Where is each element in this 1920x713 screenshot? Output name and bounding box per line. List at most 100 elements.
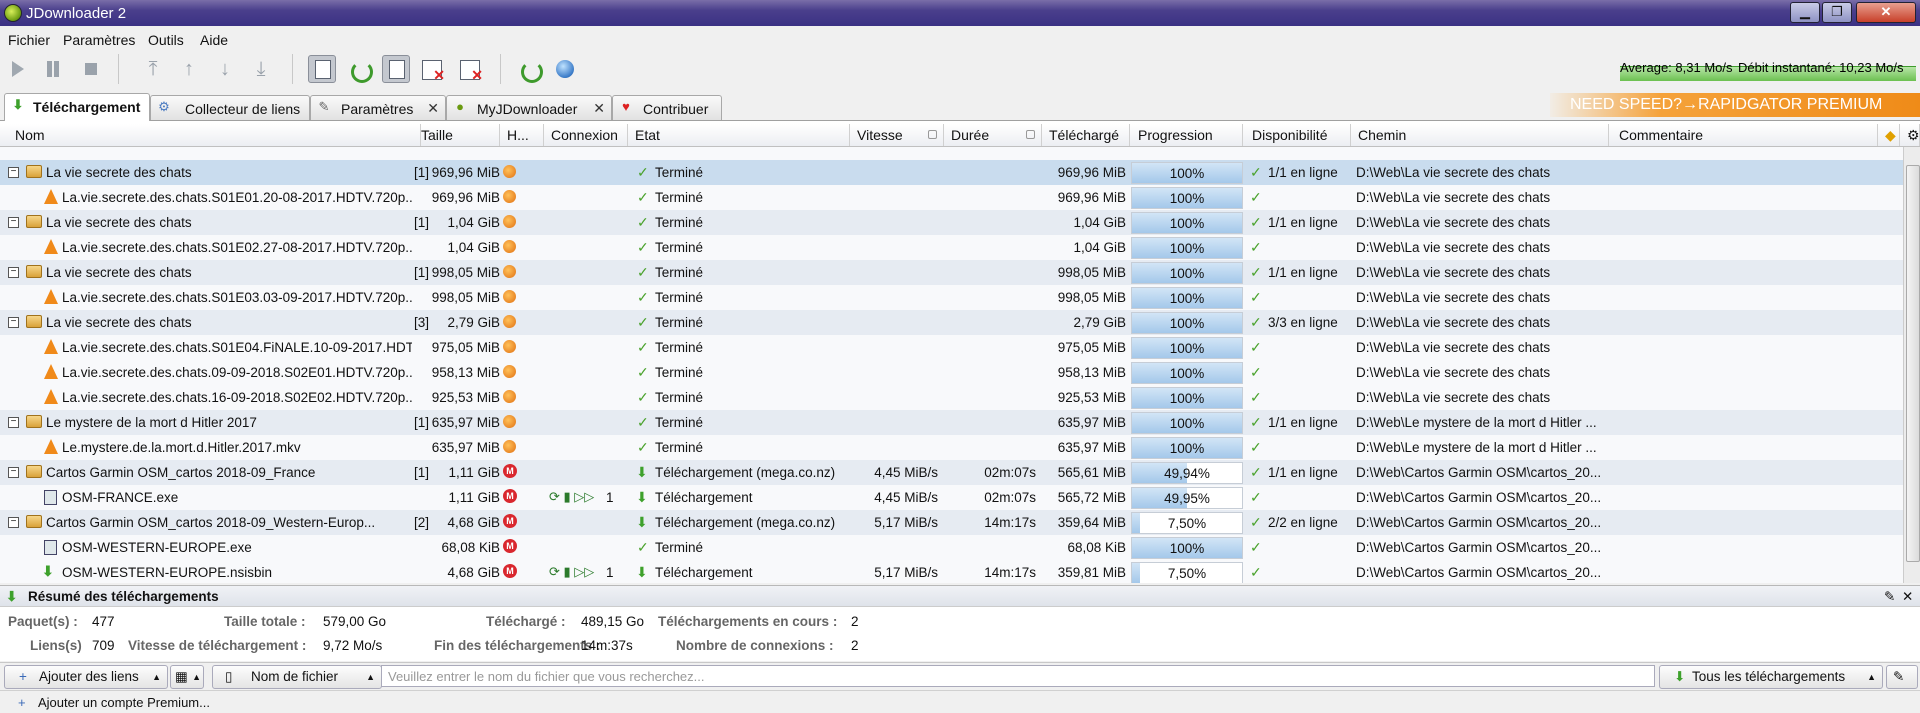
row-state: Terminé	[655, 340, 704, 355]
link-row[interactable]: La.vie.secrete.des.chats.S01E04.FiNALE.1…	[0, 335, 1903, 361]
collapse-toggle[interactable]: −	[8, 517, 19, 528]
column-vitesse[interactable]: Vitesse	[850, 124, 944, 146]
column-hoster[interactable]: H...	[500, 124, 544, 146]
package-row[interactable]: − Cartos Garmin OSM_cartos 2018-09_Wester…	[0, 510, 1903, 536]
vlc-icon	[44, 439, 58, 454]
auto-reconnect-toggle[interactable]	[346, 56, 373, 83]
column-duree[interactable]: Durée	[944, 124, 1042, 146]
column-etat[interactable]: Etat	[628, 124, 850, 146]
row-name: La vie secrete des chats	[46, 165, 192, 180]
summary-title: Résumé des téléchargements	[28, 589, 219, 604]
link-row[interactable]: Le.mystere.de.la.mort.d.Hitler.2017.mkv 6…	[0, 435, 1903, 461]
progress-bar: 100%	[1131, 412, 1243, 434]
arrow-up-icon: ↑	[184, 58, 194, 80]
close-window-button[interactable]: ✕	[1856, 2, 1916, 23]
collapse-toggle[interactable]: −	[8, 317, 19, 328]
update-button[interactable]	[552, 56, 578, 82]
scrollbar-thumb[interactable]	[1906, 165, 1920, 562]
summary-close-icon[interactable]: ✕	[1902, 589, 1913, 605]
move-top-button[interactable]: ⤒	[140, 56, 166, 82]
silent-mode-toggle[interactable]	[382, 55, 410, 83]
tab-contribuer[interactable]: ♥ Contribuer	[612, 95, 722, 120]
row-availability: 3/3 en ligne	[1268, 315, 1338, 330]
collapse-toggle[interactable]: −	[8, 467, 19, 478]
maximize-button[interactable]: ❐	[1822, 2, 1852, 23]
tab-myjdownloader[interactable]: ● MyJDownloader ✕	[446, 95, 612, 120]
move-bottom-icon: ⤓	[256, 58, 266, 80]
link-row[interactable]: OSM-WESTERN-EUROPE.exe 68,08 KiB M ✓ Terminé…	[0, 535, 1903, 561]
column-telecharge[interactable]: Téléchargé	[1042, 124, 1130, 146]
pause-downloads-button[interactable]	[40, 56, 66, 82]
menu-outils[interactable]: Outils	[148, 32, 184, 48]
collapse-toggle[interactable]: −	[8, 167, 19, 178]
link-row[interactable]: La.vie.secrete.des.chats.S01E03.03-09-20…	[0, 285, 1903, 311]
dropdown-arrow-icon: ▲	[1867, 672, 1876, 682]
search-input[interactable]: Veuillez entrer le nom du fichier que vo…	[381, 665, 1655, 687]
column-taille[interactable]: Taille	[414, 124, 500, 146]
close-tab-icon[interactable]: ✕	[593, 100, 605, 117]
link-row[interactable]: ⬇ OSM-WESTERN-EUROPE.nsisbin 4,68 GiB M ⟳ ▮ …	[0, 560, 1903, 583]
row-state: Terminé	[655, 415, 704, 430]
clipboard-icon	[315, 60, 331, 79]
clipboard-observer-toggle[interactable]	[308, 55, 336, 83]
move-up-button[interactable]: ↑	[176, 56, 202, 82]
table-row-partial[interactable]	[0, 147, 1903, 161]
remove-finished-button[interactable]	[418, 56, 445, 84]
search-field-selector[interactable]: ▯ Nom de fichier ▲	[212, 665, 382, 689]
package-row[interactable]: − La vie secrete des chats [1] 969,96 MiB ✓ T…	[0, 160, 1903, 186]
progress-bar: 7,50%	[1131, 512, 1243, 534]
sort-menu-button[interactable]: ▦ ▲	[170, 665, 204, 689]
all-downloads-filter[interactable]: ⬇ Tous les téléchargements ▲	[1659, 665, 1883, 689]
menu-fichier[interactable]: Fichier	[8, 32, 50, 48]
menu-aide[interactable]: Aide	[200, 32, 228, 48]
package-row[interactable]: − Cartos Garmin OSM_cartos 2018-09_France…	[0, 460, 1903, 486]
availability-check-icon: ✓	[1250, 539, 1262, 555]
summary-settings-icon[interactable]: ✎	[1884, 589, 1895, 605]
link-row[interactable]: La.vie.secrete.des.chats.S01E02.27-08-20…	[0, 235, 1903, 261]
column-disponibilite[interactable]: Disponibilité	[1245, 124, 1351, 146]
progress-bar: 100%	[1131, 362, 1243, 384]
row-path: D:\Web\La vie secrete des chats	[1356, 315, 1551, 330]
package-row[interactable]: − La vie secrete des chats [1] 1,04 GiB ✓ Ter…	[0, 210, 1903, 236]
package-row[interactable]: − La vie secrete des chats [1] 998,05 MiB ✓ T…	[0, 260, 1903, 286]
link-row[interactable]: La.vie.secrete.des.chats.S01E01.20-08-20…	[0, 185, 1903, 211]
view-settings-button[interactable]: ✎	[1886, 665, 1918, 689]
link-row[interactable]: La.vie.secrete.des.chats.09-09-2018.S02E…	[0, 360, 1903, 386]
column-chemin[interactable]: Chemin	[1351, 124, 1609, 146]
add-links-button[interactable]: + Ajouter des liens ▲	[4, 665, 168, 689]
tab-parametres[interactable]: ✎ Paramètres ✕	[310, 95, 446, 120]
progress-text: 100%	[1169, 316, 1205, 331]
column-connexion[interactable]: Connexion	[544, 124, 628, 146]
minimize-button[interactable]: ▁	[1790, 2, 1820, 23]
package-row[interactable]: − Le mystere de la mort d Hitler 2017 [1] 6…	[0, 410, 1903, 436]
close-tab-icon[interactable]: ✕	[427, 100, 439, 117]
collapse-toggle[interactable]: −	[8, 417, 19, 428]
column-progression[interactable]: Progression	[1131, 124, 1243, 146]
move-bottom-button[interactable]: ⤓	[248, 56, 274, 82]
collapse-toggle[interactable]: −	[8, 267, 19, 278]
column-nom[interactable]: Nom	[8, 124, 421, 146]
link-row[interactable]: La.vie.secrete.des.chats.16-09-2018.S02E…	[0, 385, 1903, 411]
add-premium-account-link[interactable]: Ajouter un compte Premium...	[38, 695, 210, 710]
file-icon: ▯	[225, 669, 233, 684]
speed-meter[interactable]: Average: 8,31 Mo/s Débit instantané: 10,…	[1620, 60, 1916, 81]
tab-telechargement[interactable]: ⬇ Téléchargement	[4, 93, 150, 121]
column-commentaire[interactable]: Commentaire	[1612, 124, 1878, 146]
link-row[interactable]: OSM-FRANCE.exe 1,11 GiB M ⟳ ▮ ▷▷ 1 ⬇ Télécharg…	[0, 485, 1903, 511]
remove-offline-button[interactable]	[456, 56, 483, 84]
table-config-icon[interactable]: ⚙	[1900, 124, 1920, 146]
row-downloaded: 1,04 GiB	[1073, 240, 1126, 255]
toolbar-separator	[118, 54, 119, 84]
start-downloads-button[interactable]	[6, 56, 32, 82]
stop-downloads-button[interactable]	[78, 56, 104, 82]
vertical-scrollbar[interactable]	[1903, 147, 1920, 583]
row-state: Terminé	[655, 540, 704, 555]
menu-parametres[interactable]: Paramètres	[63, 32, 135, 48]
package-row[interactable]: − La vie secrete des chats [3] 2,79 GiB ✓ Ter…	[0, 310, 1903, 336]
premium-promo-banner[interactable]: NEED SPEED?→RAPIDGATOR PREMIUM	[1550, 93, 1920, 117]
collapse-toggle[interactable]: −	[8, 217, 19, 228]
move-down-button[interactable]: ↓	[212, 56, 238, 82]
reconnect-button[interactable]	[516, 56, 543, 83]
column-settings-icon[interactable]: ◆	[1878, 124, 1900, 146]
tab-collecteur-de-liens[interactable]: ⚙ Collecteur de liens	[150, 95, 310, 120]
